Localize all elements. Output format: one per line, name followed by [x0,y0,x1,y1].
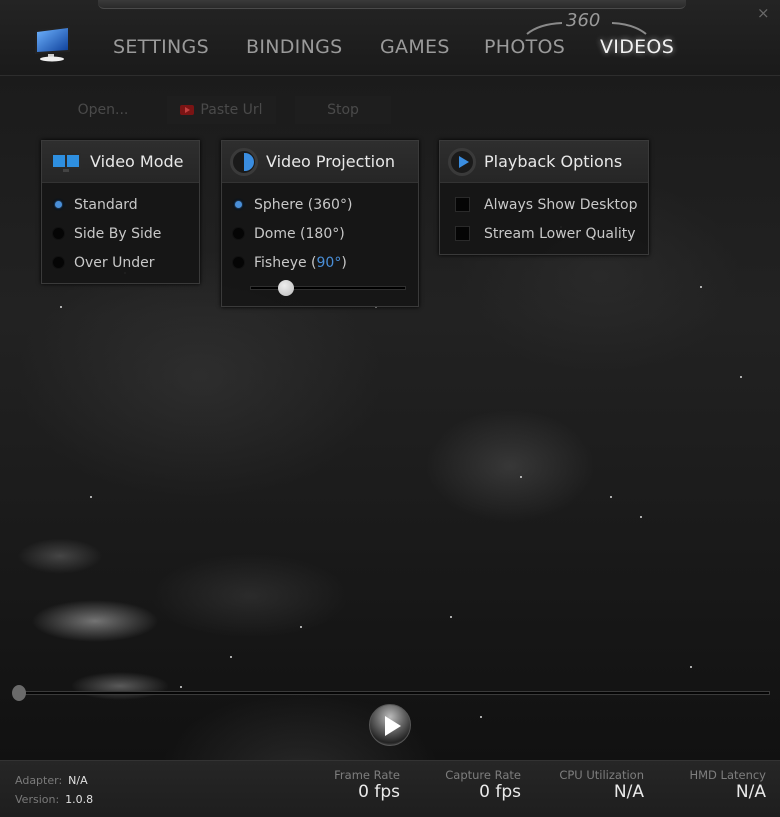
stereo-screens-icon [51,152,81,172]
paste-url-label: Paste Url [200,102,263,118]
checkbox-always-show-desktop[interactable]: Always Show Desktop [455,190,648,219]
option-label: Side By Side [74,225,162,242]
stat-value: N/A [613,782,644,802]
stat-value: N/A [735,782,766,802]
radio-fisheye[interactable]: Fisheye (90°) [232,248,418,277]
star [60,306,62,308]
play-button[interactable] [369,704,411,746]
stat-label: Frame Rate [334,768,400,782]
stat-value: 0 fps [358,782,400,802]
option-label: Always Show Desktop [484,196,638,213]
360-badge: 360 [566,10,601,31]
tab-photos[interactable]: PHOTOS [484,36,565,58]
star [450,616,452,618]
radio-standard[interactable]: Standard [52,190,199,219]
stat-cpu-utilization: CPU Utilization N/A [559,768,644,802]
radio-side-by-side[interactable]: Side By Side [52,219,199,248]
option-label: Sphere (360°) [254,196,353,213]
seek-thumb[interactable] [12,685,26,701]
video-projection-title: Video Projection [266,152,396,171]
star [300,626,302,628]
radio-over-under[interactable]: Over Under [52,248,199,277]
star [230,656,232,658]
radio-button[interactable] [52,227,65,240]
option-label: Standard [74,196,138,213]
fisheye-angle-slider[interactable] [250,279,406,297]
slider-track[interactable] [250,286,406,290]
paste-url-button[interactable]: Paste Url [167,96,276,124]
version-value: 1.0.8 [65,793,94,806]
playback-options-panel: Playback Options Always Show Desktop Str… [439,140,649,255]
stat-label: HMD Latency [689,768,766,782]
star [740,376,742,378]
video-projection-header: Video Projection [222,141,418,183]
close-icon[interactable]: × [757,4,770,22]
radio-button[interactable] [232,227,245,240]
status-bar: Adapter: N/A Version: 1.0.8 Frame Rate 0 f… [0,760,780,817]
stat-label: Capture Rate [445,768,521,782]
video-mode-panel: Video Mode Standard Side By Side Over Un… [41,140,200,284]
seek-track[interactable] [18,691,770,695]
tab-bindings[interactable]: BINDINGS [246,36,342,58]
adapter-value: N/A [68,774,88,787]
tab-settings[interactable]: SETTINGS [113,36,209,58]
radio-button-selected[interactable] [52,198,65,211]
checkbox[interactable] [455,197,470,212]
stat-hmd-latency: HMD Latency N/A [689,768,766,802]
star [520,476,522,478]
star [640,516,642,518]
video-projection-panel: Video Projection Sphere (360°) Dome (180… [221,140,419,307]
tab-games[interactable]: GAMES [380,36,450,58]
version-info: Version: 1.0.8 [15,793,93,806]
star [480,716,482,718]
option-label: Over Under [74,254,155,271]
adapter-label: Adapter: [15,774,63,787]
stop-button-label: Stop [327,102,359,118]
star [90,496,92,498]
play-circle-icon [448,147,476,176]
stat-frame-rate: Frame Rate 0 fps [334,768,400,802]
stat-capture-rate: Capture Rate 0 fps [445,768,521,802]
stop-button[interactable]: Stop [295,96,391,124]
adapter-info: Adapter: N/A [15,774,88,787]
video-mode-header: Video Mode [42,141,199,183]
video-mode-title: Video Mode [90,152,184,171]
radio-dome[interactable]: Dome (180°) [232,219,418,248]
radio-button[interactable] [232,256,245,269]
radio-button-selected[interactable] [232,198,245,211]
half-circle-projection-icon [230,147,258,176]
playback-options-header: Playback Options [440,141,648,183]
checkbox[interactable] [455,226,470,241]
radio-button[interactable] [52,256,65,269]
option-label: Fisheye (90°) [254,254,347,271]
star [700,286,702,288]
fisheye-angle-value: 90° [316,254,342,271]
stat-label: CPU Utilization [559,768,644,782]
open-button-label: Open... [77,102,129,118]
youtube-icon [180,105,195,115]
slider-thumb[interactable] [278,280,294,296]
monitor-logo-icon [35,26,70,62]
stat-value: 0 fps [479,782,521,802]
version-label: Version: [15,793,60,806]
radio-sphere[interactable]: Sphere (360°) [232,190,418,219]
checkbox-stream-lower-quality[interactable]: Stream Lower Quality [455,219,648,248]
option-label: Stream Lower Quality [484,225,636,242]
top-nav-bar: SETTINGS BINDINGS GAMES PHOTOS VIDEOS 36… [0,0,780,76]
seek-bar[interactable] [12,685,770,701]
option-label: Dome (180°) [254,225,345,242]
open-button[interactable]: Open... [64,96,142,124]
star [690,666,692,668]
title-ledge [98,0,686,9]
star [610,496,612,498]
tab-videos[interactable]: VIDEOS [600,36,674,58]
playback-options-title: Playback Options [484,152,623,171]
